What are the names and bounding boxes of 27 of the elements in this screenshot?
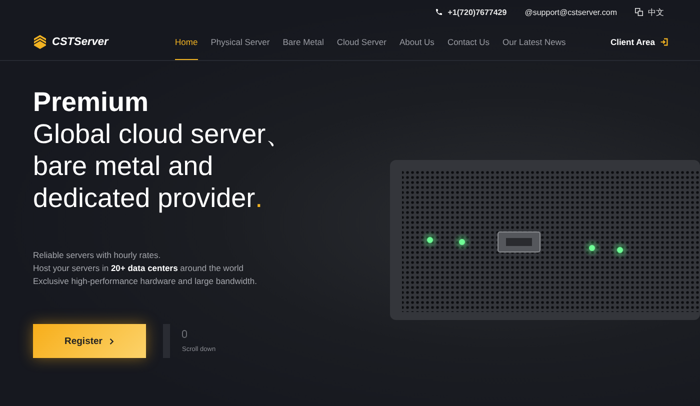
hero-heading-line: Global cloud server、 — [33, 118, 294, 150]
brand-name[interactable]: CSTServer — [52, 36, 108, 48]
translate-icon[interactable] — [635, 8, 643, 16]
phone-text: +1(720)7677429 — [448, 8, 507, 16]
language-link[interactable]: 中文 — [648, 6, 664, 18]
description-line: Exclusive high-performance hardware and large bandwidth. — [33, 276, 258, 286]
hero-heading-lead: Premium — [33, 87, 150, 118]
chevron-right-icon — [108, 338, 114, 344]
hero-heading-line: dedicated provider — [33, 182, 256, 214]
description-line: Reliable servers with hourly rates. — [33, 250, 162, 260]
description-line: Host your servers in 20+ data centers around the world — [33, 263, 244, 273]
nav-link[interactable]: Bare Metal — [282, 24, 324, 60]
mouse-icon — [182, 330, 187, 338]
nav-link[interactable]: Our Latest News — [502, 24, 566, 60]
email-text: @support@cstserver.com — [524, 8, 617, 16]
register-button[interactable]: Register — [33, 324, 146, 358]
client-area-link[interactable]: Client Area — [610, 24, 668, 60]
accent-period: . — [255, 182, 263, 214]
login-icon — [660, 38, 668, 46]
nav-link[interactable]: About Us — [399, 24, 434, 60]
phone-icon — [434, 8, 443, 16]
nav-link[interactable]: Cloud Server — [336, 24, 386, 60]
hero-heading-line: bare metal and — [33, 150, 214, 182]
nav-link[interactable]: Physical Server — [210, 24, 270, 60]
nav-link[interactable]: Home — [175, 24, 198, 60]
nav-link[interactable]: Contact Us — [447, 24, 490, 60]
logo-icon — [32, 34, 48, 50]
